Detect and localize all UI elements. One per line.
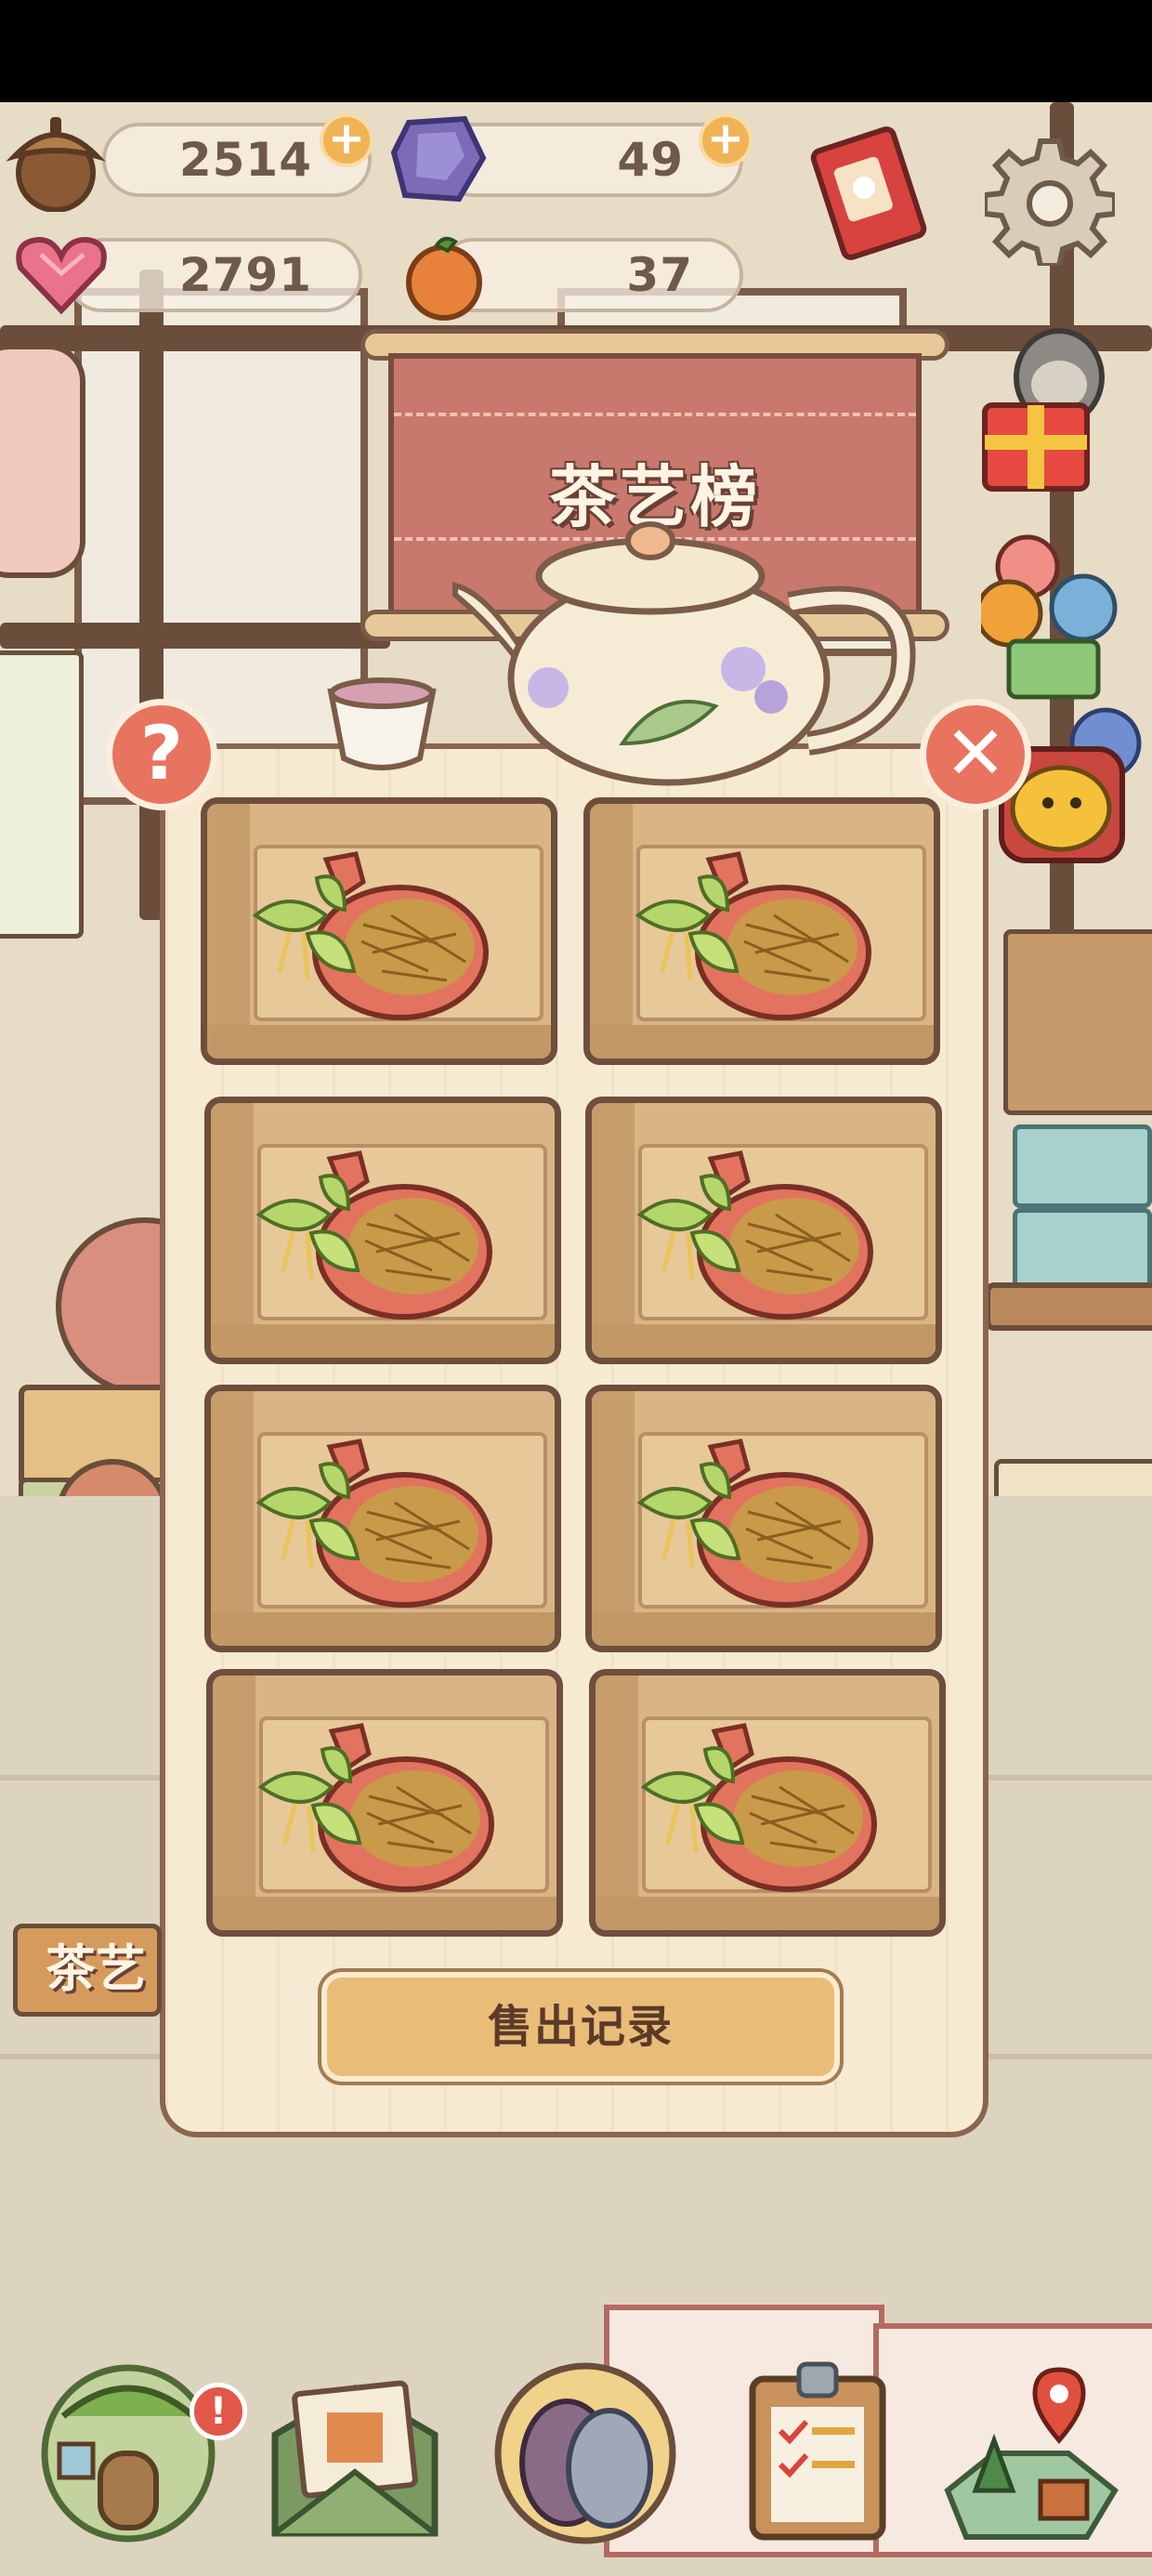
honeysuckle-tea-icon [636, 1150, 873, 1320]
beam [0, 623, 390, 649]
slot-shade [213, 1897, 556, 1930]
tea-slot[interactable] [206, 1669, 563, 1937]
lantern [0, 344, 85, 578]
status-bar [0, 0, 1152, 102]
honeysuckle-tea-icon [255, 1150, 492, 1320]
slot-shade [207, 1025, 551, 1058]
nav-map[interactable] [938, 2351, 1124, 2546]
hanging-scroll [0, 651, 84, 939]
tea-slot[interactable] [201, 797, 557, 1065]
birds-icon [494, 2362, 676, 2544]
slot-shade [592, 1612, 936, 1646]
mail-letter-icon [271, 2380, 439, 2537]
slot-shade [211, 1324, 555, 1358]
slot-shade [211, 1103, 254, 1358]
orange-icon [406, 236, 482, 321]
tea-slot[interactable] [204, 1097, 561, 1364]
house-icon [41, 2364, 216, 2543]
tea-bag [1003, 929, 1152, 1115]
gift-box [1013, 1124, 1152, 1208]
honeysuckle-tea-icon [252, 851, 489, 1020]
slot-shade [590, 1025, 934, 1058]
acorn-icon [6, 117, 106, 212]
heart-counter: 2791 [65, 238, 362, 312]
slot-shade [590, 804, 633, 1058]
balloon-gift-icon[interactable] [981, 530, 1120, 706]
close-button[interactable]: ✕ [920, 699, 1031, 810]
slot-shade [211, 1612, 555, 1646]
nav-house[interactable] [35, 2351, 221, 2546]
help-button[interactable]: ? [106, 699, 217, 810]
heart-value: 2791 [178, 248, 312, 302]
slot-shade [592, 1324, 936, 1358]
tea-slot[interactable] [585, 1097, 942, 1364]
slot-shade [207, 804, 250, 1058]
notification-badge: ! [190, 2383, 247, 2440]
slot-shade [211, 1391, 254, 1646]
honeysuckle-tea-icon [257, 1723, 494, 1892]
notebook-icon[interactable] [799, 119, 938, 277]
slot-shade [592, 1103, 635, 1358]
nav-mail[interactable] [262, 2351, 448, 2546]
gem-value: 49 [617, 133, 684, 187]
shelf [985, 1282, 1152, 1331]
acorn-value: 2514 [178, 133, 312, 187]
gift-box [1013, 1208, 1152, 1292]
teacup-decoration [327, 677, 437, 770]
add-gems-button[interactable]: + [699, 113, 753, 167]
nav-tasks[interactable] [725, 2351, 910, 2546]
map-icon [944, 2367, 1119, 2540]
clipboard-checklist-icon [749, 2361, 886, 2541]
slot-shade [213, 1676, 255, 1930]
sales-record-button[interactable]: 售出记录 [321, 1972, 840, 2082]
honeysuckle-tea-icon [255, 1439, 492, 1608]
purple-gem-icon [390, 115, 487, 203]
slot-shade [592, 1391, 635, 1646]
slot-shade [596, 1897, 939, 1930]
teapot-decoration [452, 521, 916, 786]
tea-slot[interactable] [204, 1385, 561, 1652]
gift-sloth-icon[interactable] [975, 322, 1115, 498]
gear-icon[interactable] [985, 136, 1115, 266]
tea-slot[interactable] [589, 1669, 946, 1937]
heart-crystal-icon [16, 236, 107, 315]
slot-shade [596, 1676, 638, 1930]
honeysuckle-tea-icon [640, 1723, 877, 1892]
honeysuckle-tea-icon [635, 851, 871, 1020]
orange-value: 37 [626, 248, 693, 302]
tea-shop-sign: 茶艺 [13, 1924, 162, 2017]
honeysuckle-tea-icon [636, 1439, 873, 1608]
nav-birds[interactable] [492, 2351, 678, 2546]
tea-slot[interactable] [583, 797, 940, 1065]
add-acorns-button[interactable]: + [320, 113, 373, 167]
tea-slot[interactable] [585, 1385, 942, 1652]
